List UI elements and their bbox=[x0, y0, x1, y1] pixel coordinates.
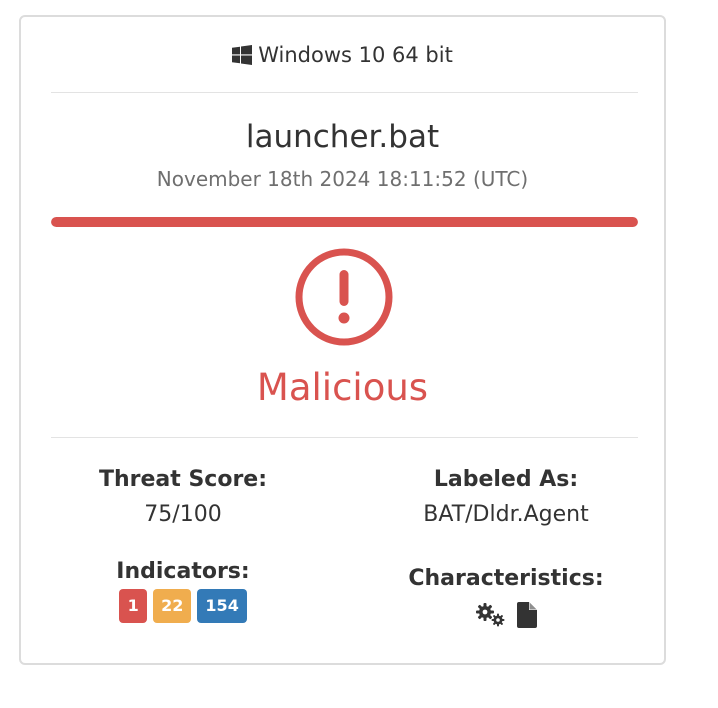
malicious-indicators-badge[interactable]: 1 bbox=[119, 589, 148, 623]
suspicious-indicators-badge[interactable]: 22 bbox=[153, 589, 192, 623]
report-card: Windows 10 64 bit launcher.bat November … bbox=[19, 15, 666, 665]
characteristics-section: Characteristics: bbox=[346, 566, 666, 628]
indicator-badges: 1 22 154 bbox=[23, 589, 343, 623]
divider bbox=[51, 92, 638, 93]
indicators-section: Indicators: 1 22 154 bbox=[23, 559, 343, 623]
file-name: launcher.bat bbox=[245, 119, 440, 155]
file-icon[interactable] bbox=[517, 602, 537, 628]
informative-indicators-badge[interactable]: 154 bbox=[197, 589, 247, 623]
divider bbox=[51, 437, 638, 438]
threat-score-label: Threat Score: bbox=[98, 467, 268, 492]
os-label: Windows 10 64 bit bbox=[258, 43, 453, 67]
os-row: Windows 10 64 bit bbox=[21, 43, 664, 67]
labeled-as-label: Labeled As: bbox=[433, 467, 579, 492]
indicators-label: Indicators: bbox=[116, 559, 250, 584]
gears-icon[interactable] bbox=[475, 602, 507, 628]
labeled-as-section: Labeled As: BAT/Dldr.Agent bbox=[346, 467, 666, 527]
characteristics-icons bbox=[346, 602, 666, 628]
threat-score-value: 75/100 bbox=[144, 502, 222, 527]
labeled-as-value: BAT/Dldr.Agent bbox=[423, 502, 589, 527]
windows-icon bbox=[232, 45, 253, 65]
analysis-timestamp: November 18th 2024 18:11:52 (UTC) bbox=[156, 167, 529, 191]
verdict-label: Malicious bbox=[256, 366, 429, 409]
exclamation-circle-icon bbox=[293, 246, 395, 348]
characteristics-label: Characteristics: bbox=[408, 566, 604, 591]
threat-level-bar-fill bbox=[51, 217, 638, 227]
threat-level-bar bbox=[51, 217, 638, 227]
threat-score-section: Threat Score: 75/100 bbox=[23, 467, 343, 527]
